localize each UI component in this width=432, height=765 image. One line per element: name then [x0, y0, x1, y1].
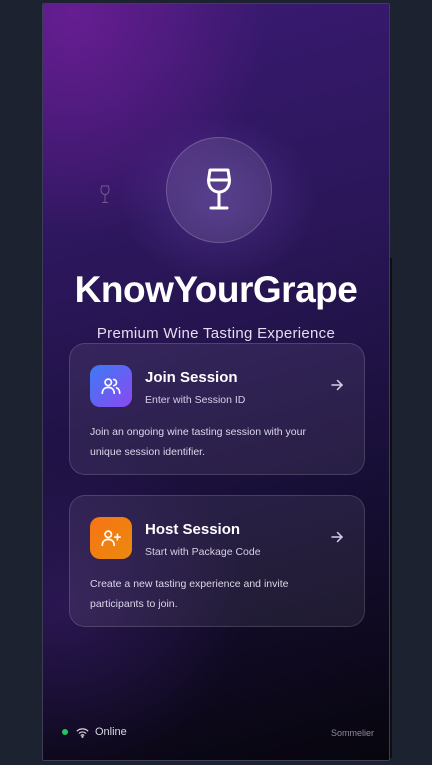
join-session-icon-tile	[90, 365, 132, 407]
arrow-right-icon	[331, 531, 343, 543]
join-session-subtitle: Enter with Session ID	[145, 394, 246, 406]
host-session-subtitle: Start with Package Code	[145, 546, 261, 558]
app-title: KnowYourGrape	[74, 269, 358, 310]
join-session-card[interactable]: Join Session Enter with Session ID Join …	[69, 343, 365, 475]
app-screen: KnowYourGrape Premium Wine Tasting Exper…	[42, 3, 390, 761]
arrow-right-icon	[331, 379, 343, 391]
app-logo	[166, 137, 272, 243]
host-session-description: Create a new tasting experience and invi…	[90, 578, 289, 610]
wifi-icon	[76, 727, 89, 738]
host-session-card[interactable]: Host Session Start with Package Code Cre…	[69, 495, 365, 627]
wine-glass-decoration-icon	[100, 185, 110, 203]
status-dot	[62, 729, 68, 735]
users-icon	[101, 378, 121, 395]
connection-status: Online	[62, 726, 127, 738]
role-label: Sommelier	[330, 728, 374, 738]
app-subtitle: Premium Wine Tasting Experience	[96, 325, 336, 342]
user-plus-icon	[101, 530, 121, 547]
wine-glass-icon	[207, 168, 231, 210]
status-label: Online	[95, 726, 127, 738]
join-session-title: Join Session	[145, 369, 238, 386]
host-session-icon-tile	[90, 517, 132, 559]
join-session-description: Join an ongoing wine tasting session wit…	[90, 426, 306, 458]
host-session-title: Host Session	[145, 521, 241, 538]
